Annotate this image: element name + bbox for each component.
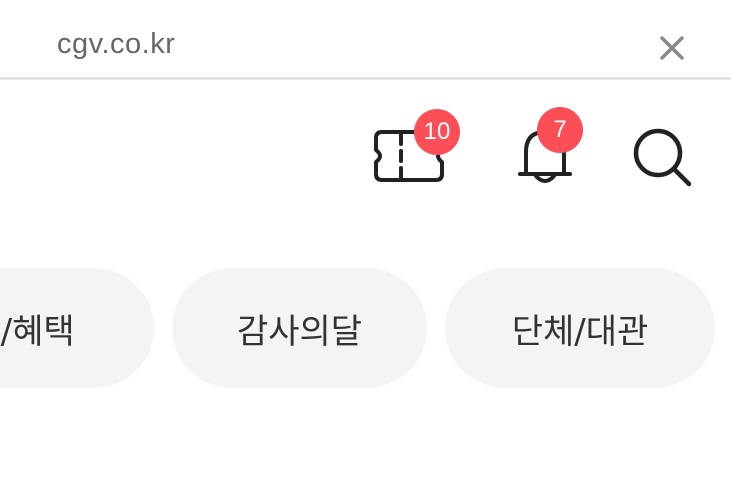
ticket-count-badge: 10 [414, 109, 460, 155]
close-icon[interactable] [652, 28, 692, 68]
search-icon [633, 128, 692, 187]
search-button[interactable] [626, 120, 696, 190]
chip-event-benefit[interactable]: 트/혜택 [0, 268, 154, 388]
chip-thanks-month[interactable]: 감사의달 [172, 268, 427, 388]
category-chip-row: 트/혜택 감사의달 단체/대관 [0, 268, 731, 390]
notification-count-badge: 7 [537, 107, 583, 153]
browser-url-bar[interactable]: cgv.co.kr [0, 0, 731, 80]
url-text[interactable]: cgv.co.kr [57, 28, 175, 61]
ticket-button[interactable]: 10 [368, 109, 460, 190]
notifications-button[interactable]: 7 [500, 107, 590, 190]
chip-group-rental[interactable]: 단체/대관 [445, 268, 715, 388]
